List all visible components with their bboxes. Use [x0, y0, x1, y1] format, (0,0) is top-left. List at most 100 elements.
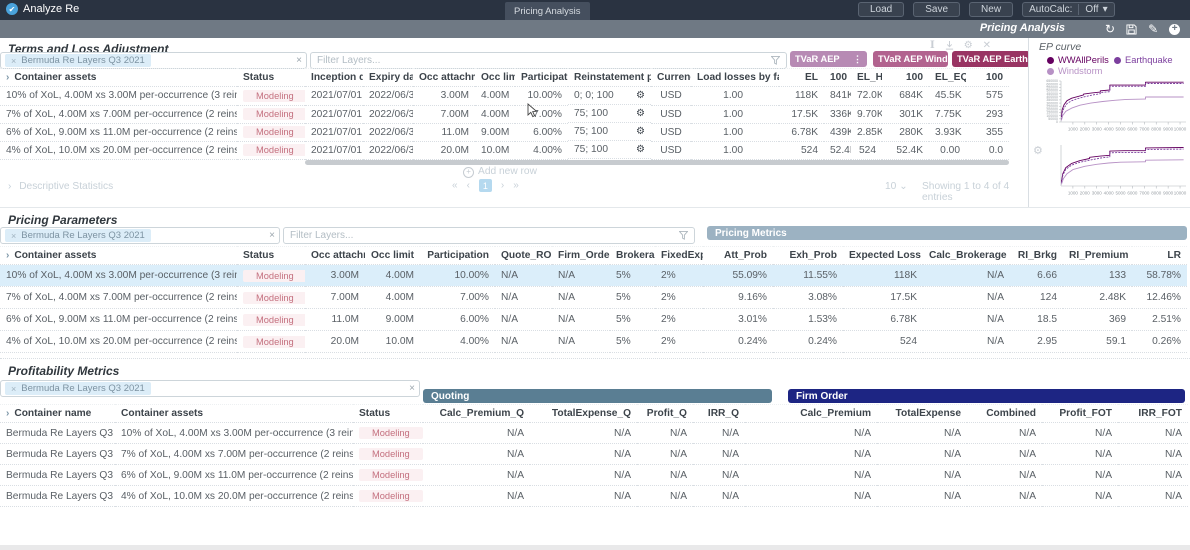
column-header-el_100[interactable]: 100: [824, 69, 851, 87]
reinstatement-settings-icon[interactable]: ⚙: [636, 144, 645, 155]
cell-totalexpense[interactable]: N/A: [877, 465, 967, 486]
reinstatement-settings-icon[interactable]: ⚙: [636, 90, 645, 101]
cell-status[interactable]: Modeling: [237, 331, 305, 353]
cell-occ_attachment[interactable]: 20.0M: [305, 331, 365, 353]
close-icon[interactable]: ✕: [983, 40, 991, 51]
cell-exh_prob[interactable]: 0.24%: [773, 331, 843, 353]
cell-totalexpense_q[interactable]: N/A: [530, 444, 637, 465]
cell-occ_attachment[interactable]: 11.0M: [413, 123, 475, 141]
cell-participation[interactable]: 4.00%: [420, 331, 495, 353]
clear-icon[interactable]: ×: [269, 230, 275, 241]
legend-item-Earthquake[interactable]: Earthquake: [1114, 55, 1173, 65]
column-header-occ_limit[interactable]: Occ limit: [475, 69, 515, 87]
download-icon[interactable]: [945, 41, 954, 50]
cell-totalexpense[interactable]: N/A: [877, 486, 967, 507]
cell-status[interactable]: Modeling: [353, 486, 423, 507]
cell-calc_brokerage[interactable]: N/A: [923, 265, 1010, 287]
descriptive-statistics-toggle[interactable]: › Descriptive Statistics: [8, 181, 113, 192]
cell-calc_premium_q[interactable]: N/A: [423, 486, 530, 507]
cell-currency[interactable]: USD: [651, 123, 691, 141]
portfolio-chip[interactable]: × Bermuda Re Layers Q3 2021: [5, 382, 151, 395]
add-new-row-button[interactable]: +Add new row: [430, 166, 570, 178]
cell-expected_loss[interactable]: 524: [843, 331, 923, 353]
column-header-status[interactable]: Status: [237, 247, 305, 265]
cell-load_losses_by_factor[interactable]: 1.00: [691, 123, 779, 141]
cell-calc_brokerage[interactable]: N/A: [923, 309, 1010, 331]
cell-occ_attachment[interactable]: 3.00M: [413, 87, 475, 106]
cell-container_assets[interactable]: 10% of XoL, 4.00M xs 3.00M per-occurrenc…: [115, 423, 353, 444]
cell-el_eq[interactable]: 0.00: [929, 141, 966, 159]
cell-irr_q[interactable]: N/A: [693, 444, 745, 465]
column-header-calc_brokerage[interactable]: Calc_Brokerage: [923, 247, 1010, 265]
column-header-el[interactable]: EL: [779, 69, 824, 87]
cell-calc_premium[interactable]: N/A: [745, 465, 877, 486]
cell-expected_loss[interactable]: 6.78K: [843, 309, 923, 331]
collapse-chevron-icon[interactable]: ›: [6, 72, 9, 83]
cell-att_prob[interactable]: 9.16%: [703, 287, 773, 309]
cell-lr[interactable]: 0.26%: [1132, 331, 1187, 353]
cell-el_100[interactable]: 439K: [824, 123, 851, 141]
cell-el[interactable]: 6.78K: [779, 123, 824, 141]
portfolio-chip[interactable]: × Bermuda Re Layers Q3 2021: [5, 54, 151, 67]
cell-ri_brkg[interactable]: 2.95: [1010, 331, 1063, 353]
column-header-calc_premium_q[interactable]: Calc_Premium_Q: [423, 405, 530, 423]
cell-ri_brkg[interactable]: 18.5: [1010, 309, 1063, 331]
cell-profit_q[interactable]: N/A: [637, 486, 693, 507]
cell-el_hu_100[interactable]: 280K: [882, 123, 929, 141]
cell-status[interactable]: Modeling: [353, 444, 423, 465]
cell-att_prob[interactable]: 55.09%: [703, 265, 773, 287]
cell-container_name[interactable]: Bermuda Re Layers Q3 2021: [0, 465, 115, 486]
reinstatement-settings-icon[interactable]: ⚙: [636, 126, 645, 137]
chip-remove-icon[interactable]: ×: [11, 384, 16, 394]
cell-participation[interactable]: 10.00%: [515, 87, 568, 106]
cell-el_hu_100[interactable]: 301K: [882, 105, 929, 123]
cell-brokerage[interactable]: 5%: [610, 331, 655, 353]
legend-item-Windstorm[interactable]: Windstorm: [1047, 66, 1102, 76]
cell-combined[interactable]: N/A: [967, 465, 1042, 486]
column-header-calc_premium[interactable]: Calc_Premium: [745, 405, 877, 423]
cell-container_assets[interactable]: 6% of XoL, 9.00M xs 11.0M per-occurrence…: [115, 465, 353, 486]
cell-ri_premium[interactable]: 133: [1063, 265, 1132, 287]
column-header-el_hu_100[interactable]: 100: [882, 69, 929, 87]
cell-el[interactable]: 118K: [779, 87, 824, 106]
cell-ri_brkg[interactable]: 124: [1010, 287, 1063, 309]
cell-totalexpense_q[interactable]: N/A: [530, 423, 637, 444]
cell-status[interactable]: Modeling: [237, 309, 305, 331]
cell-currency[interactable]: USD: [651, 105, 691, 123]
column-header-occ_attachment[interactable]: Occ attachment: [413, 69, 475, 87]
cell-participation[interactable]: 7.00%: [515, 105, 568, 123]
cell-irr_q[interactable]: N/A: [693, 486, 745, 507]
save-button[interactable]: Save: [913, 2, 960, 17]
cell-occ_attachment[interactable]: 3.00M: [305, 265, 365, 287]
column-header-container[interactable]: ›Container assets: [0, 247, 237, 265]
cell-fixedexp[interactable]: 2%: [655, 287, 703, 309]
cell-fixedexp[interactable]: 2%: [655, 309, 703, 331]
cell-status[interactable]: Modeling: [237, 265, 305, 287]
cell-el_hu[interactable]: 524: [851, 141, 882, 159]
cell-el_hu[interactable]: 9.70K: [851, 105, 882, 123]
column-header-combined[interactable]: Combined: [967, 405, 1042, 423]
cell-irr_fot[interactable]: N/A: [1118, 486, 1188, 507]
column-header-brokerage[interactable]: Brokerage: [610, 247, 655, 265]
cell-participation[interactable]: 4.00%: [515, 141, 568, 159]
cell-firm_order[interactable]: N/A: [552, 265, 610, 287]
cell-ri_premium[interactable]: 369: [1063, 309, 1132, 331]
cell-participation[interactable]: 10.00%: [420, 265, 495, 287]
cell-occ_limit[interactable]: 9.00M: [475, 123, 515, 141]
menu-dots-icon[interactable]: ⋮: [853, 54, 862, 65]
column-header-firm_order[interactable]: Firm_Order: [552, 247, 610, 265]
next-page-icon[interactable]: ›: [501, 180, 504, 191]
cell-el_hu_100[interactable]: 52.4K: [882, 141, 929, 159]
cell-el[interactable]: 17.5K: [779, 105, 824, 123]
cell-occ_attachment[interactable]: 7.00M: [305, 287, 365, 309]
cell-calc_premium[interactable]: N/A: [745, 486, 877, 507]
clear-icon[interactable]: ×: [296, 55, 302, 66]
column-header-irr_q[interactable]: IRR_Q: [693, 405, 745, 423]
column-header-fixedexp[interactable]: FixedExp: [655, 247, 703, 265]
cell-occ_limit[interactable]: 4.00M: [365, 265, 420, 287]
gear-icon[interactable]: ⚙: [964, 40, 973, 51]
column-header-quote_rol[interactable]: Quote_ROL: [495, 247, 552, 265]
cell-calc_premium_q[interactable]: N/A: [423, 444, 530, 465]
prev-page-icon[interactable]: ‹: [467, 180, 470, 191]
cell-currency[interactable]: USD: [651, 87, 691, 106]
